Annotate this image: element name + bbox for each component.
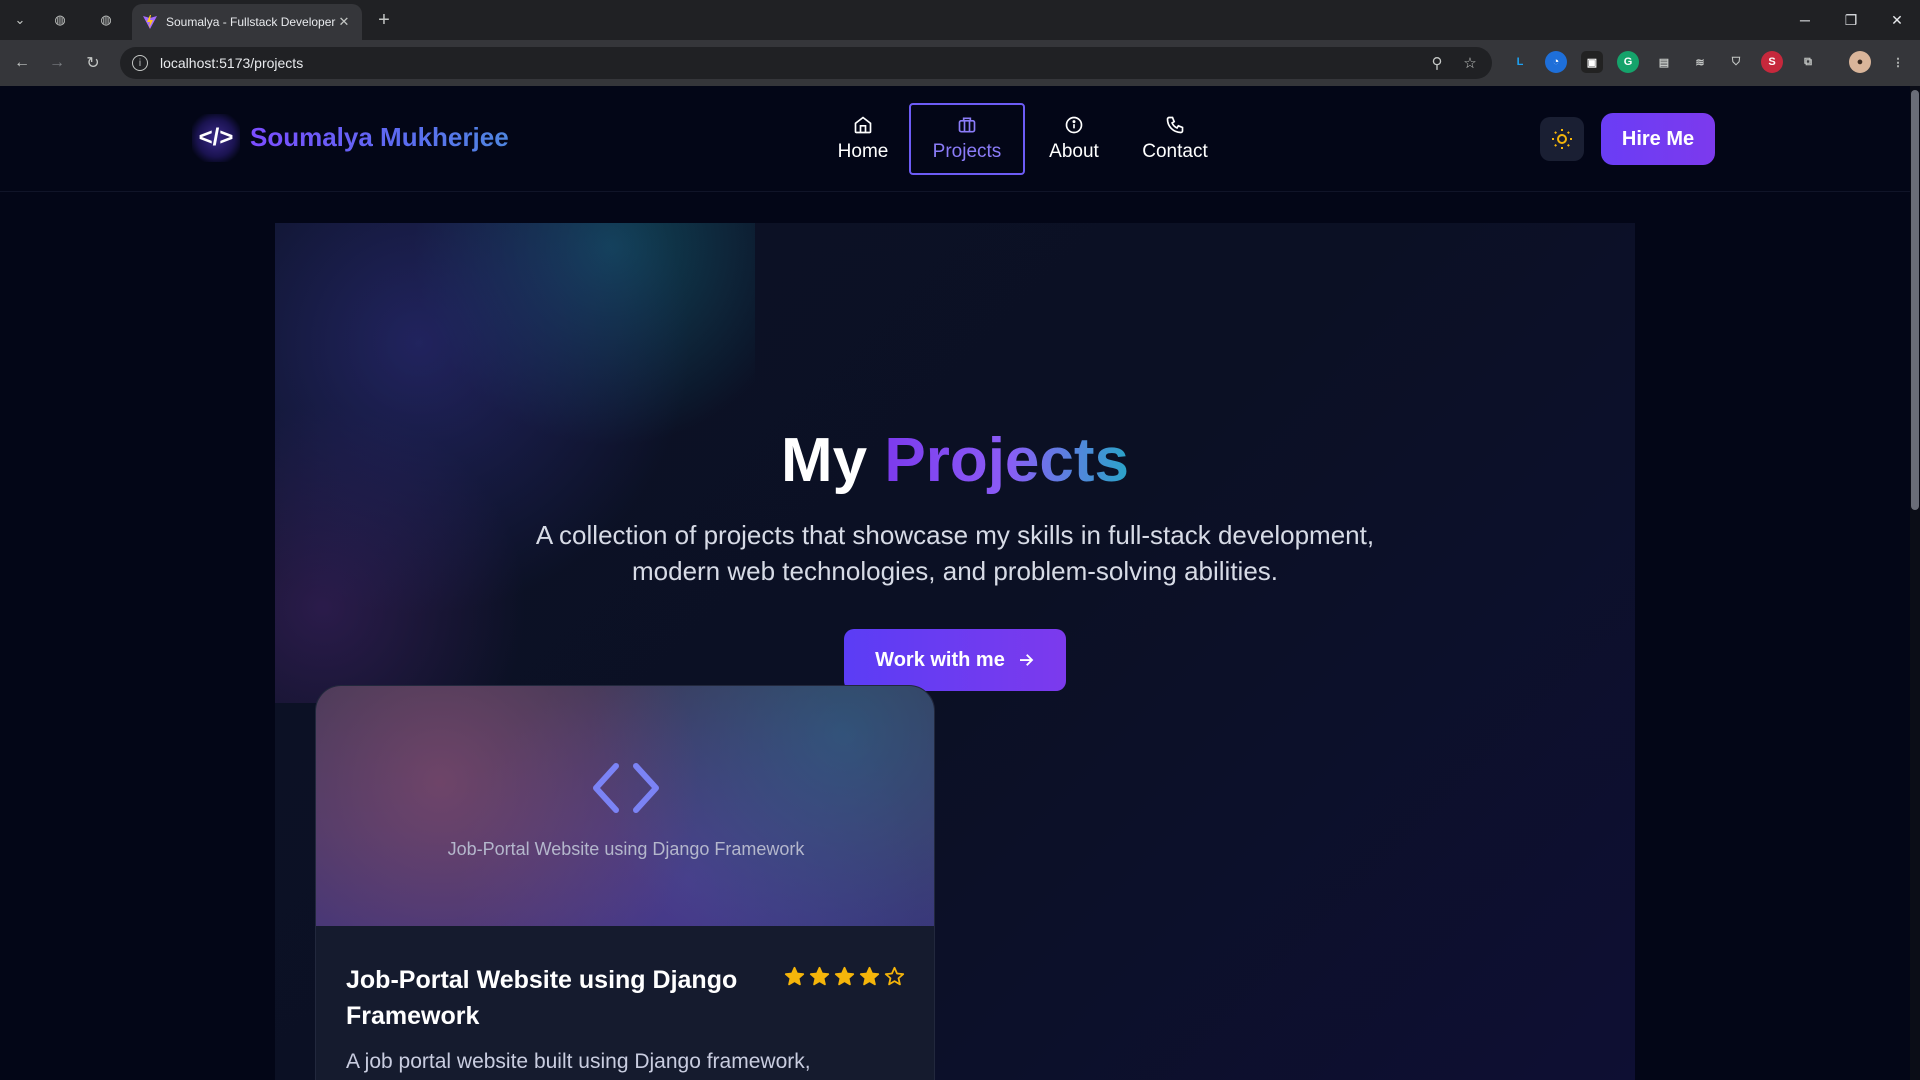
work-with-me-button[interactable]: Work with me <box>844 629 1066 691</box>
vite-favicon-icon <box>143 15 157 29</box>
extension-icon[interactable]: ▣ <box>1581 51 1603 73</box>
work-with-me-label: Work with me <box>875 648 1005 671</box>
star-filled-icon <box>834 966 855 986</box>
project-card-image: Job-Portal Website using Django Framewor… <box>316 686 934 926</box>
extension-icon[interactable]: G <box>1617 51 1639 73</box>
profile-avatar-icon[interactable]: ● <box>1849 51 1871 73</box>
page-title-accent: Projects <box>884 426 1130 495</box>
project-title-line: Framework <box>346 1002 480 1030</box>
nav-projects-label: Projects <box>932 141 1002 162</box>
star-filled-icon <box>784 966 805 986</box>
sun-icon <box>1552 129 1572 149</box>
briefcase-icon <box>958 117 976 133</box>
theme-toggle-button[interactable] <box>1540 117 1584 161</box>
site-info-icon[interactable]: i <box>132 55 148 71</box>
page-title-plain: My <box>780 426 868 495</box>
code-logo-icon[interactable]: </> <box>192 114 240 162</box>
back-icon[interactable]: ← <box>8 49 36 77</box>
nav-contact[interactable]: Contact <box>1137 103 1213 175</box>
project-card[interactable]: Job-Portal Website using Django Framewor… <box>315 685 935 1080</box>
extension-icon[interactable]: ⛉ <box>1725 51 1747 73</box>
address-url[interactable]: localhost:5173/projects <box>160 55 303 71</box>
code-brackets-icon <box>593 763 659 813</box>
tab-close-icon[interactable]: ✕ <box>336 14 352 30</box>
star-filled-icon <box>809 966 830 986</box>
hire-me-button[interactable]: Hire Me <box>1601 113 1715 165</box>
home-icon <box>854 116 872 134</box>
project-image-caption: Job-Portal Website using Django Framewor… <box>447 839 805 859</box>
star-filled-icon <box>859 966 880 986</box>
browser-tab-active[interactable]: Soumalya - Fullstack Developer ✕ <box>132 4 362 40</box>
nav-home[interactable]: Home <box>828 103 898 175</box>
page-title: My Projects <box>275 425 1635 496</box>
pinned-tab-icon[interactable]: ◍ <box>92 6 120 34</box>
close-window-icon[interactable]: ✕ <box>1874 0 1920 40</box>
page-subtitle-line: A collection of projects that showcase m… <box>535 520 1375 550</box>
scrollbar-thumb[interactable] <box>1911 90 1919 510</box>
new-tab-icon[interactable]: + <box>370 6 398 34</box>
info-icon <box>1065 116 1083 134</box>
extension-icon[interactable]: ▤ <box>1653 51 1675 73</box>
extension-icon[interactable]: L <box>1509 51 1531 73</box>
page-subtitle: A collection of projects that showcase m… <box>455 517 1455 589</box>
tab-search-icon[interactable]: ⌄ <box>6 6 34 34</box>
arrow-right-icon <box>1019 654 1034 666</box>
reload-icon[interactable]: ↻ <box>79 49 107 77</box>
nav-home-label: Home <box>837 141 889 162</box>
nav-projects[interactable]: Projects <box>909 103 1025 175</box>
nav-about[interactable]: About <box>1040 103 1108 175</box>
extension-icon[interactable]: ≋ <box>1689 51 1711 73</box>
browser-menu-icon[interactable]: ⋮ <box>1887 51 1909 73</box>
nav-contact-label: Contact <box>1142 141 1208 162</box>
project-rating <box>784 966 905 987</box>
tab-title: Soumalya - Fullstack Developer <box>166 15 336 29</box>
zoom-icon[interactable]: ⚲ <box>1426 52 1448 74</box>
phone-icon <box>1166 116 1184 134</box>
project-title-line: Job-Portal Website using Django <box>346 966 738 994</box>
project-title[interactable]: Job-Portal Website using Django Framewor… <box>346 962 766 1034</box>
browser-tab-strip: ⌄ ◍ ◍ Soumalya - Fullstack Developer ✕ +… <box>0 0 1920 40</box>
extension-icon[interactable]: S <box>1761 51 1783 73</box>
bookmark-star-icon[interactable]: ☆ <box>1459 52 1481 74</box>
brand-name[interactable]: Soumalya Mukherjee <box>250 122 509 153</box>
address-bar[interactable]: i localhost:5173/projects <box>120 47 1492 79</box>
extension-icon[interactable]: ◔ <box>1545 51 1567 73</box>
page-subtitle-line: modern web technologies, and problem-sol… <box>631 556 1279 586</box>
forward-icon[interactable]: → <box>43 49 71 77</box>
star-empty-icon <box>884 966 905 986</box>
site-header: </> Soumalya Mukherjee Home Projects Abo… <box>0 86 1910 192</box>
page-viewport: </> Soumalya Mukherjee Home Projects Abo… <box>0 86 1920 1080</box>
nav-about-label: About <box>1049 141 1099 162</box>
extensions-puzzle-icon[interactable]: ⧉ <box>1797 51 1819 73</box>
project-description: A job portal website built using Django … <box>346 1050 811 1073</box>
pinned-tab-icon[interactable]: ◍ <box>46 6 74 34</box>
restore-icon[interactable]: ❐ <box>1828 0 1874 40</box>
minimize-icon[interactable]: ─ <box>1782 0 1828 40</box>
